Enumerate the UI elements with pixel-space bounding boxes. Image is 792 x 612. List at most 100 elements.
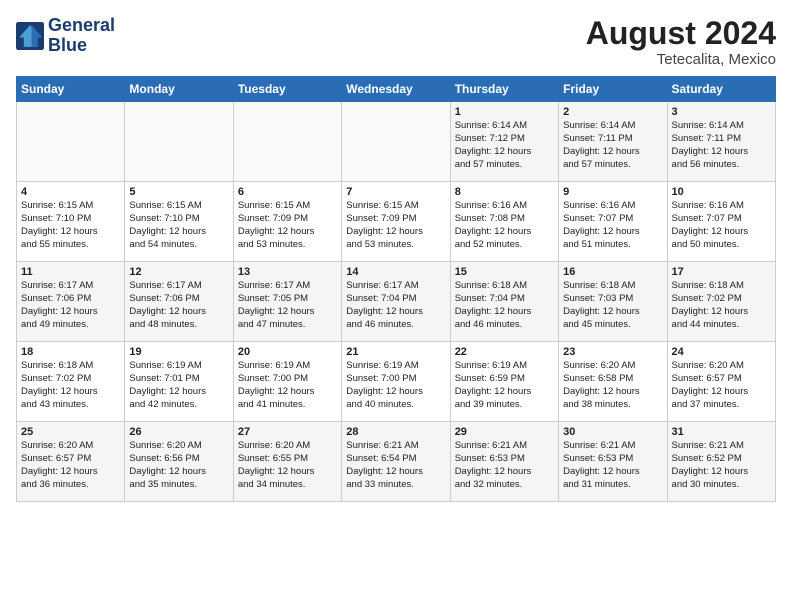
day-content: Sunrise: 6:17 AM Sunset: 7:04 PM Dayligh… (346, 280, 445, 331)
day-number: 27 (238, 426, 337, 438)
calendar-cell: 28 Sunrise: 6:21 AM Sunset: 6:54 PM Dayli… (342, 422, 450, 502)
day-content: Sunrise: 6:14 AM Sunset: 7:11 PM Dayligh… (563, 120, 662, 171)
day-content: Sunrise: 6:20 AM Sunset: 6:57 PM Dayligh… (672, 360, 771, 411)
day-number: 30 (563, 426, 662, 438)
calendar-title: August 2024 (586, 16, 776, 51)
day-number: 28 (346, 426, 445, 438)
day-number: 24 (672, 346, 771, 358)
calendar-cell: 8Sunrise: 6:16 AM Sunset: 7:08 PM Daylig… (450, 182, 558, 262)
calendar-cell: 3 Sunrise: 6:14 AM Sunset: 7:11 PM Daylig… (667, 102, 775, 182)
calendar-cell: 16 Sunrise: 6:18 AM Sunset: 7:03 PM Dayli… (559, 262, 667, 342)
calendar-cell: 30 Sunrise: 6:21 AM Sunset: 6:53 PM Dayli… (559, 422, 667, 502)
day-number: 2 (563, 106, 662, 118)
day-content: Sunrise: 6:15 AM Sunset: 7:09 PM Dayligh… (346, 200, 445, 251)
day-number: 18 (21, 346, 120, 358)
day-content: Sunrise: 6:21 AM Sunset: 6:53 PM Dayligh… (563, 440, 662, 491)
calendar-cell: 5 Sunrise: 6:15 AM Sunset: 7:10 PM Daylig… (125, 182, 233, 262)
day-number: 15 (455, 266, 554, 278)
week-row-4: 25Sunrise: 6:20 AM Sunset: 6:57 PM Dayli… (17, 422, 776, 502)
week-row-3: 18 Sunrise: 6:18 AM Sunset: 7:02 PM Dayli… (17, 342, 776, 422)
day-number: 8 (455, 186, 554, 198)
header-cell-friday: Friday (559, 77, 667, 102)
header-cell-wednesday: Wednesday (342, 77, 450, 102)
calendar-table: SundayMondayTuesdayWednesdayThursdayFrid… (16, 76, 776, 502)
title-block: August 2024 Tetecalita, Mexico (586, 16, 776, 68)
calendar-cell: 7 Sunrise: 6:15 AM Sunset: 7:09 PM Daylig… (342, 182, 450, 262)
day-number: 21 (346, 346, 445, 358)
day-content: Sunrise: 6:19 AM Sunset: 7:00 PM Dayligh… (346, 360, 445, 411)
week-row-0: 1 Sunrise: 6:14 AM Sunset: 7:12 PM Daylig… (17, 102, 776, 182)
calendar-cell: 31 Sunrise: 6:21 AM Sunset: 6:52 PM Dayli… (667, 422, 775, 502)
week-row-2: 11 Sunrise: 6:17 AM Sunset: 7:06 PM Dayli… (17, 262, 776, 342)
calendar-cell: 25Sunrise: 6:20 AM Sunset: 6:57 PM Dayli… (17, 422, 125, 502)
day-content: Sunrise: 6:15 AM Sunset: 7:10 PM Dayligh… (129, 200, 228, 251)
header-cell-saturday: Saturday (667, 77, 775, 102)
day-number: 22 (455, 346, 554, 358)
day-content: Sunrise: 6:20 AM Sunset: 6:55 PM Dayligh… (238, 440, 337, 491)
day-content: Sunrise: 6:19 AM Sunset: 6:59 PM Dayligh… (455, 360, 554, 411)
day-number: 17 (672, 266, 771, 278)
header-cell-thursday: Thursday (450, 77, 558, 102)
day-content: Sunrise: 6:20 AM Sunset: 6:56 PM Dayligh… (129, 440, 228, 491)
day-number: 31 (672, 426, 771, 438)
day-number: 29 (455, 426, 554, 438)
day-content: Sunrise: 6:21 AM Sunset: 6:52 PM Dayligh… (672, 440, 771, 491)
day-number: 11 (21, 266, 120, 278)
calendar-cell: 1 Sunrise: 6:14 AM Sunset: 7:12 PM Daylig… (450, 102, 558, 182)
header-cell-sunday: Sunday (17, 77, 125, 102)
logo: General Blue (16, 16, 115, 56)
day-content: Sunrise: 6:19 AM Sunset: 7:00 PM Dayligh… (238, 360, 337, 411)
calendar-cell: 15Sunrise: 6:18 AM Sunset: 7:04 PM Dayli… (450, 262, 558, 342)
calendar-cell: 4Sunrise: 6:15 AM Sunset: 7:10 PM Daylig… (17, 182, 125, 262)
day-number: 26 (129, 426, 228, 438)
logo-icon (16, 22, 44, 50)
day-number: 4 (21, 186, 120, 198)
calendar-cell: 21 Sunrise: 6:19 AM Sunset: 7:00 PM Dayli… (342, 342, 450, 422)
calendar-cell: 22 Sunrise: 6:19 AM Sunset: 6:59 PM Dayli… (450, 342, 558, 422)
calendar-cell: 13Sunrise: 6:17 AM Sunset: 7:05 PM Dayli… (233, 262, 341, 342)
day-number: 16 (563, 266, 662, 278)
day-content: Sunrise: 6:21 AM Sunset: 6:54 PM Dayligh… (346, 440, 445, 491)
calendar-cell: 6 Sunrise: 6:15 AM Sunset: 7:09 PM Daylig… (233, 182, 341, 262)
day-number: 1 (455, 106, 554, 118)
day-number: 23 (563, 346, 662, 358)
week-row-1: 4 Sunrise: 6:15 AM Sunset: 7:10 PM Daylig… (17, 182, 776, 262)
day-content: Sunrise: 6:18 AM Sunset: 7:03 PM Dayligh… (563, 280, 662, 331)
calendar-cell (17, 102, 125, 182)
day-number: 6 (238, 186, 337, 198)
day-content: Sunrise: 6:18 AM Sunset: 7:02 PM Dayligh… (672, 280, 771, 331)
day-content: Sunrise: 6:15 AM Sunset: 7:09 PM Dayligh… (238, 200, 337, 251)
calendar-cell: 23 Sunrise: 6:20 AM Sunset: 6:58 PM Dayli… (559, 342, 667, 422)
calendar-cell: 20 Sunrise: 6:19 AM Sunset: 7:00 PM Dayli… (233, 342, 341, 422)
calendar-cell: 26 Sunrise: 6:20 AM Sunset: 6:56 PM Dayli… (125, 422, 233, 502)
calendar-cell: 12 Sunrise: 6:17 AM Sunset: 7:06 PM Dayli… (125, 262, 233, 342)
day-content: Sunrise: 6:20 AM Sunset: 6:58 PM Dayligh… (563, 360, 662, 411)
day-number: 14 (346, 266, 445, 278)
day-number: 5 (129, 186, 228, 198)
day-content: Sunrise: 6:16 AM Sunset: 7:07 PM Dayligh… (672, 200, 771, 251)
calendar-cell: 18 Sunrise: 6:18 AM Sunset: 7:02 PM Dayli… (17, 342, 125, 422)
day-number: 20 (238, 346, 337, 358)
calendar-cell: 17 Sunrise: 6:18 AM Sunset: 7:02 PM Dayli… (667, 262, 775, 342)
logo-text: General Blue (48, 16, 115, 56)
calendar-cell (125, 102, 233, 182)
calendar-subtitle: Tetecalita, Mexico (586, 51, 776, 68)
calendar-cell: 24 Sunrise: 6:20 AM Sunset: 6:57 PM Dayli… (667, 342, 775, 422)
day-content: Sunrise: 6:18 AM Sunset: 7:02 PM Dayligh… (21, 360, 120, 411)
header-cell-monday: Monday (125, 77, 233, 102)
day-content: Sunrise: 6:17 AM Sunset: 7:06 PM Dayligh… (129, 280, 228, 331)
calendar-cell (342, 102, 450, 182)
day-number: 10 (672, 186, 771, 198)
calendar-cell (233, 102, 341, 182)
day-number: 25 (21, 426, 120, 438)
day-content: Sunrise: 6:19 AM Sunset: 7:01 PM Dayligh… (129, 360, 228, 411)
calendar-cell: 14 Sunrise: 6:17 AM Sunset: 7:04 PM Dayli… (342, 262, 450, 342)
day-content: Sunrise: 6:14 AM Sunset: 7:12 PM Dayligh… (455, 120, 554, 171)
day-number: 13 (238, 266, 337, 278)
day-content: Sunrise: 6:17 AM Sunset: 7:06 PM Dayligh… (21, 280, 120, 331)
day-number: 12 (129, 266, 228, 278)
day-number: 7 (346, 186, 445, 198)
day-number: 3 (672, 106, 771, 118)
header-row: SundayMondayTuesdayWednesdayThursdayFrid… (17, 77, 776, 102)
day-content: Sunrise: 6:14 AM Sunset: 7:11 PM Dayligh… (672, 120, 771, 171)
